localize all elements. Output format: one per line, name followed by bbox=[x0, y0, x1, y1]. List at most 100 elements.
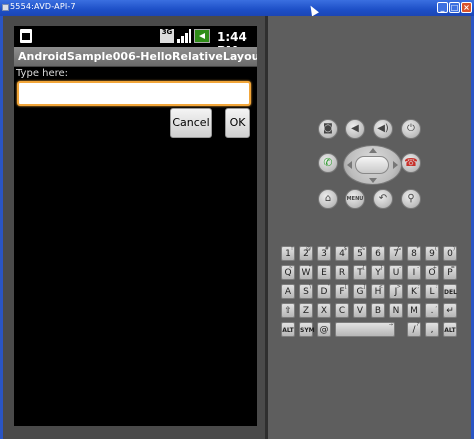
key-row3-0[interactable]: A bbox=[281, 284, 295, 299]
volume-down-icon: ◀ bbox=[351, 123, 359, 134]
key-row3-7[interactable]: K; bbox=[407, 284, 421, 299]
key-row4-2[interactable]: X bbox=[317, 303, 331, 318]
dpad-down-icon[interactable] bbox=[369, 178, 377, 183]
text-entry-field[interactable] bbox=[17, 81, 251, 106]
key-row4-5[interactable]: B bbox=[371, 303, 385, 318]
close-button[interactable]: × bbox=[461, 2, 472, 13]
menu-label: MENU bbox=[346, 196, 364, 202]
volume-down-button[interactable]: ◀ bbox=[345, 119, 365, 139]
mouse-cursor-icon bbox=[307, 3, 319, 17]
key-row4-8[interactable]: ., bbox=[425, 303, 439, 318]
key-label: Z bbox=[302, 306, 310, 316]
key-label: B bbox=[374, 306, 382, 316]
key-label: V bbox=[356, 306, 364, 316]
home-button[interactable]: ⌂ bbox=[318, 189, 338, 209]
key-comma[interactable]: , bbox=[425, 322, 439, 337]
search-button[interactable]: ⚲ bbox=[401, 189, 421, 209]
call-button[interactable]: ✆ bbox=[318, 153, 338, 173]
menu-button[interactable]: MENU bbox=[345, 189, 365, 209]
minimize-button[interactable]: _ bbox=[437, 2, 448, 13]
key-label: ⇧ bbox=[284, 306, 292, 316]
key-row3-2[interactable]: D ' bbox=[317, 284, 331, 299]
call-icon: ✆ bbox=[323, 156, 333, 169]
key-row1-0[interactable]: 1! bbox=[281, 246, 295, 261]
volume-up-icon: ◀) bbox=[377, 123, 389, 134]
key-row1-9[interactable]: 0) bbox=[443, 246, 457, 261]
key-row1-2[interactable]: 3 # bbox=[317, 246, 331, 261]
key-alt-right[interactable]: ALT bbox=[443, 322, 457, 337]
key-alt-label: # bbox=[324, 246, 329, 252]
key-row2-4[interactable]: T{ bbox=[353, 265, 367, 280]
key-row4-0[interactable]: ⇧ bbox=[281, 303, 295, 318]
camera-button[interactable]: ◙ bbox=[318, 119, 338, 139]
key-row4-9[interactable]: ↵ bbox=[443, 303, 457, 318]
maximize-button[interactable]: □ bbox=[449, 2, 460, 13]
key-row2-3[interactable]: R bbox=[335, 265, 349, 280]
dpad-center-button[interactable] bbox=[355, 156, 389, 174]
end-call-button[interactable]: ☎ bbox=[401, 153, 421, 173]
end-call-icon: ☎ bbox=[404, 156, 418, 169]
key-row4-1[interactable]: Z bbox=[299, 303, 313, 318]
window-titlebar[interactable]: 5554:AVD-API-7 _ □ × bbox=[0, 0, 474, 17]
key-alt-label: { bbox=[361, 265, 365, 271]
key-row4-3[interactable]: C bbox=[335, 303, 349, 318]
key-row1-7[interactable]: 8 * bbox=[407, 246, 421, 261]
cancel-button[interactable]: Cancel bbox=[170, 108, 212, 138]
key-label: R bbox=[338, 268, 346, 278]
key-row1-4[interactable]: 5% bbox=[353, 246, 367, 261]
key-space[interactable]: → bbox=[335, 322, 395, 337]
key-row2-9[interactable]: P = bbox=[443, 265, 457, 280]
dpad-up-icon[interactable] bbox=[369, 148, 377, 153]
power-button[interactable]: ⏻ bbox=[401, 119, 421, 139]
key-row3-6[interactable]: J > bbox=[389, 284, 403, 299]
key-row2-7[interactable]: I- bbox=[407, 265, 421, 280]
key-alt-label: ' bbox=[327, 284, 329, 290]
camera-icon: ◙ bbox=[323, 123, 333, 134]
key-alt-label: , bbox=[435, 303, 437, 309]
key-row3-8[interactable]: L: bbox=[425, 284, 439, 299]
key-alt-label: < bbox=[378, 284, 383, 290]
key-row4-4[interactable]: V bbox=[353, 303, 367, 318]
key-alt-label: ] bbox=[363, 284, 365, 290]
network-3g-icon: 3G bbox=[160, 29, 174, 43]
dpad-right-icon[interactable] bbox=[393, 161, 398, 169]
key-row4-6[interactable]: N bbox=[389, 303, 403, 318]
key-row2-6[interactable]: U- bbox=[389, 265, 403, 280]
key-alt-label: & bbox=[397, 246, 401, 252]
key-row3-5[interactable]: H < bbox=[371, 284, 385, 299]
key-alt-label: - bbox=[399, 265, 401, 271]
key-row1-6[interactable]: 7 & bbox=[389, 246, 403, 261]
volume-up-button[interactable]: ◀) bbox=[373, 119, 393, 139]
dpad-left-icon[interactable] bbox=[347, 161, 352, 169]
key-row4-7[interactable]: M bbox=[407, 303, 421, 318]
key-row1-5[interactable]: 6 ^ bbox=[371, 246, 385, 261]
key-label: X bbox=[320, 306, 328, 316]
key-alt-label: ~ bbox=[288, 265, 293, 271]
key-row2-1[interactable]: W " bbox=[299, 265, 313, 280]
back-button[interactable]: ↶ bbox=[373, 189, 393, 209]
key-sym[interactable]: SYM bbox=[299, 322, 315, 337]
ok-button[interactable]: OK bbox=[225, 108, 250, 138]
key-row1-1[interactable]: 2 @ bbox=[299, 246, 313, 261]
key-row3-3[interactable]: F[ bbox=[335, 284, 349, 299]
key-at[interactable]: @ bbox=[317, 322, 331, 337]
key-row3-9[interactable]: DEL bbox=[443, 284, 457, 299]
key-label: DEL bbox=[444, 289, 457, 296]
key-alt-label: \ bbox=[309, 284, 311, 290]
key-row2-5[interactable]: Y} bbox=[371, 265, 385, 280]
app-title-bar: AndroidSample006-HelloRelativeLayout bbox=[14, 47, 257, 67]
key-row2-2[interactable]: E ´ bbox=[317, 265, 331, 280]
key-row3-4[interactable]: G] bbox=[353, 284, 367, 299]
key-label: ALT bbox=[444, 327, 456, 334]
key-alt-left[interactable]: ALT bbox=[281, 322, 295, 337]
key-alt-label: $ bbox=[343, 246, 347, 252]
key-slash[interactable]: /? bbox=[407, 322, 421, 337]
emulator-skin-right bbox=[268, 16, 471, 439]
key-row1-3[interactable]: 4 $ bbox=[335, 246, 349, 261]
key-label: ↵ bbox=[446, 306, 454, 316]
key-row2-0[interactable]: Q ~ bbox=[281, 265, 295, 280]
key-row2-8[interactable]: O + bbox=[425, 265, 439, 280]
key-row3-1[interactable]: S \ bbox=[299, 284, 313, 299]
key-alt-label: } bbox=[379, 265, 383, 271]
key-row1-8[interactable]: 9( bbox=[425, 246, 439, 261]
